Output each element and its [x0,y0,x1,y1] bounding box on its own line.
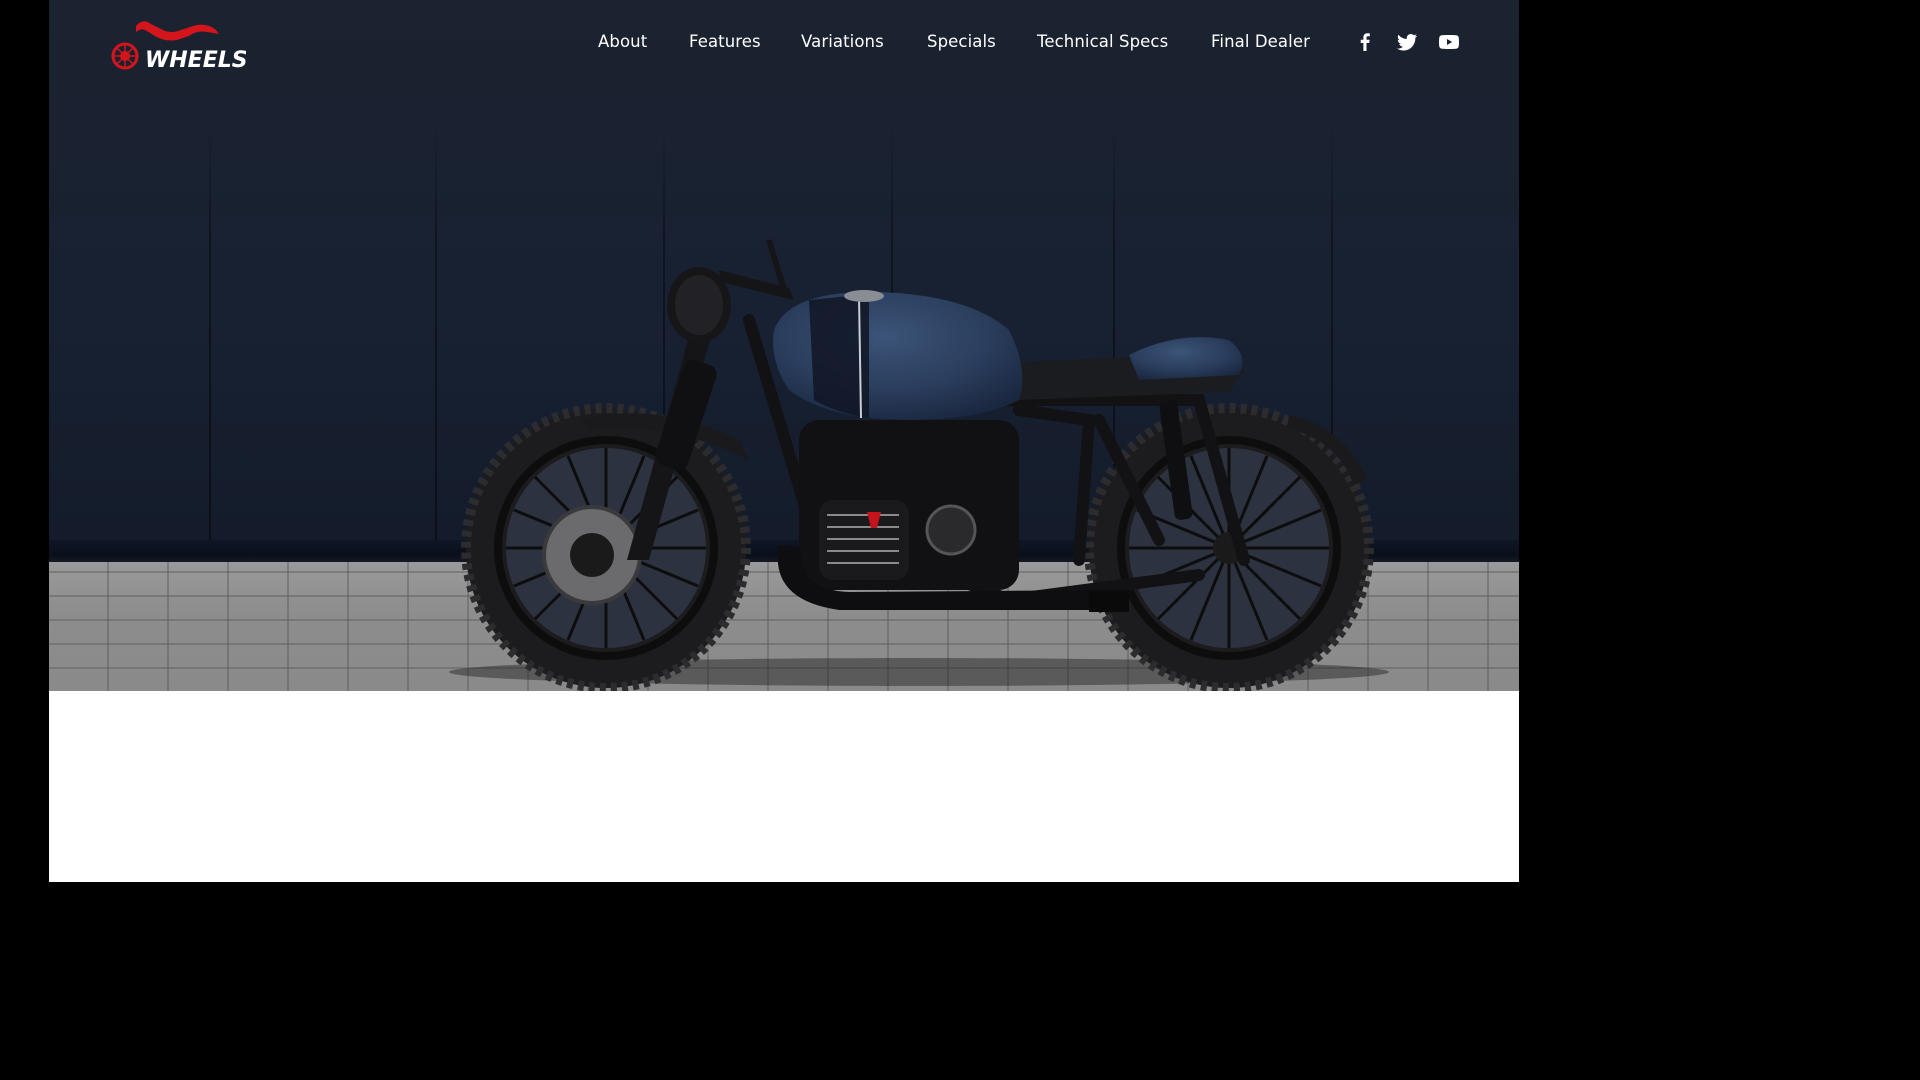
nav-item-technical-specs[interactable]: Technical Specs [1037,30,1168,54]
youtube-icon[interactable] [1437,30,1461,54]
nav-item-variations[interactable]: Variations [801,30,884,54]
nav-item-final-dealer[interactable]: Final Dealer [1211,30,1310,54]
nav-item-features[interactable]: Features [689,30,761,54]
nav-item-specials[interactable]: Specials [927,30,996,54]
hero-image [49,0,1519,691]
content-area [49,691,1519,882]
twitter-icon[interactable] [1395,30,1419,54]
page: WHEELS About Features Variations Special… [49,0,1519,882]
facebook-icon[interactable] [1353,30,1377,54]
front-wheel [461,403,751,691]
wheels-logo[interactable]: WHEELS [111,18,246,74]
motorcycle-illustration [449,239,1389,691]
nav-item-about[interactable]: About [598,30,647,54]
rear-wheel [1084,403,1374,691]
brand-name: WHEELS [145,48,246,73]
